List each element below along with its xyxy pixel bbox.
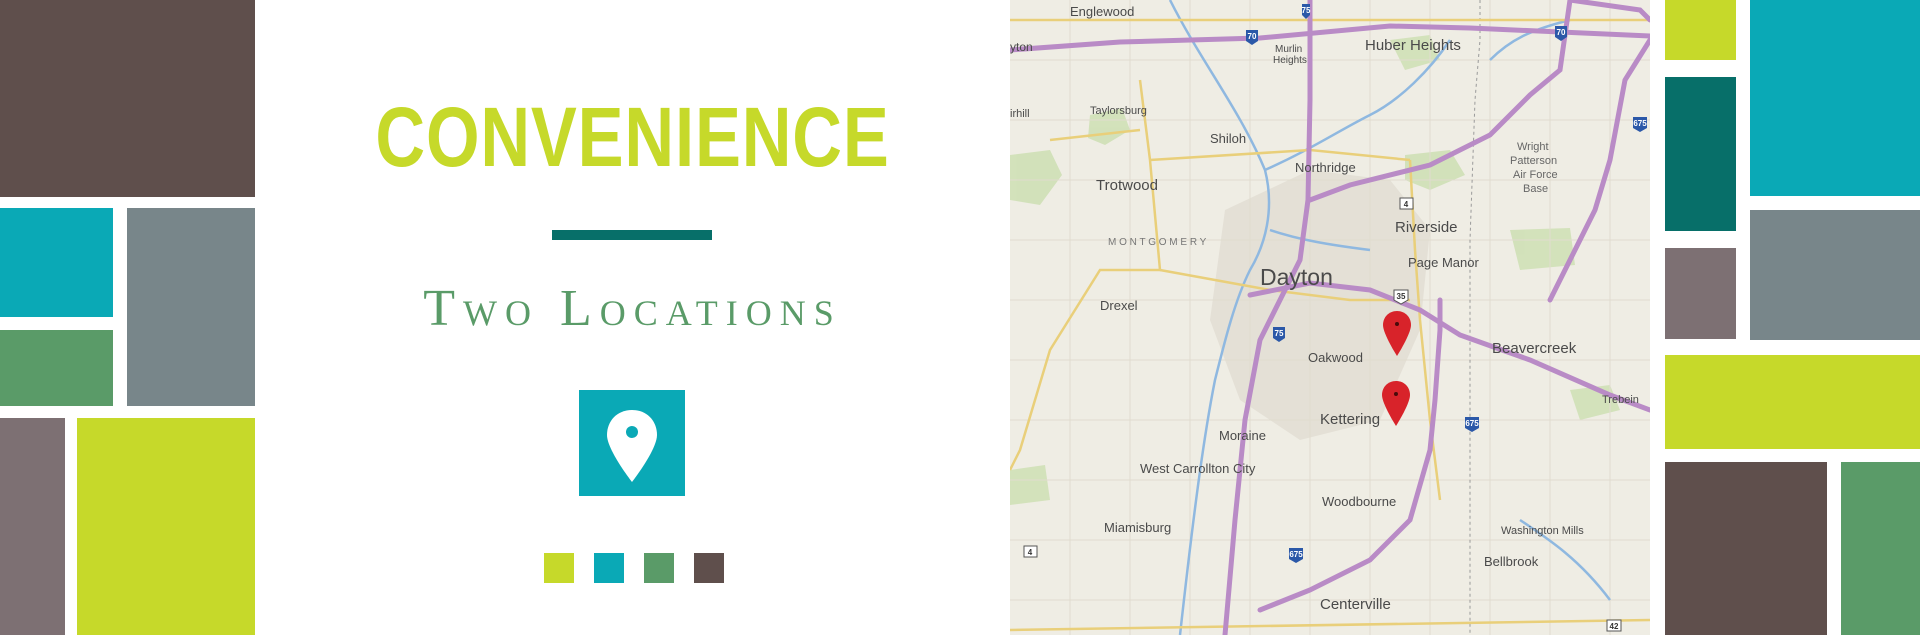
svg-text:75: 75 <box>1275 329 1284 338</box>
map-label-washington-mills: Washington Mills <box>1501 525 1584 537</box>
map-label-wright: Wright <box>1517 141 1549 153</box>
sr4-shield-sw: 4 <box>1023 545 1038 558</box>
map-canvas: 75 70 70 675 4 35 75 675 4 675 42 Englew… <box>1010 0 1650 635</box>
green-block-right <box>1841 462 1920 635</box>
map-label-englewood: Englewood <box>1070 4 1134 19</box>
map-label-airhill: irhill <box>1010 108 1030 120</box>
svg-text:675: 675 <box>1465 419 1479 428</box>
swatch-teal <box>594 553 624 583</box>
map-label-northridge: Northridge <box>1295 160 1356 175</box>
lime-block-wide <box>1665 355 1920 449</box>
location-tile <box>579 390 685 496</box>
sr4-shield: 4 <box>1399 197 1414 210</box>
svg-text:675: 675 <box>1289 550 1303 559</box>
map-label-beavercreek: Beavercreek <box>1492 340 1577 357</box>
svg-text:675: 675 <box>1633 119 1647 128</box>
slate-block <box>127 208 255 406</box>
center-panel: CONVENIENCE Two Locations <box>255 0 1010 635</box>
teal-block <box>0 208 113 317</box>
swatch-brown <box>694 553 724 583</box>
teal-block-top <box>1750 0 1920 196</box>
map-label-shiloh: Shiloh <box>1210 131 1246 146</box>
area-map[interactable]: 75 70 70 675 4 35 75 675 4 675 42 Englew… <box>1010 0 1650 635</box>
map-label-clayton: yton <box>1010 40 1033 54</box>
divider-rule <box>552 230 712 240</box>
map-label-patterson: Patterson <box>1510 155 1557 167</box>
map-label-oakwood: Oakwood <box>1308 350 1363 365</box>
lime-block-top <box>1665 0 1736 60</box>
mauve-block <box>0 418 65 635</box>
map-label-miamisburg: Miamisburg <box>1104 520 1171 535</box>
swatch-lime <box>544 553 574 583</box>
i675-shield-mid: 675 <box>1465 417 1479 432</box>
map-label-base: Base <box>1523 183 1548 195</box>
map-label-air-force: Air Force <box>1513 169 1558 181</box>
map-label-trebein: Trebein <box>1602 394 1639 406</box>
map-label-heights: Heights <box>1273 55 1307 66</box>
svg-text:42: 42 <box>1610 622 1619 631</box>
map-label-bellbrook: Bellbrook <box>1484 554 1539 569</box>
svg-text:35: 35 <box>1397 292 1406 301</box>
sr42-shield: 42 <box>1606 619 1622 632</box>
i675-shield-top: 675 <box>1633 117 1647 132</box>
map-label-centerville: Centerville <box>1320 596 1391 613</box>
subheadline: Two Locations <box>423 280 842 337</box>
lime-block <box>77 418 255 635</box>
swatch-green <box>644 553 674 583</box>
green-block <box>0 330 113 406</box>
svg-text:70: 70 <box>1557 28 1566 37</box>
map-label-trotwood: Trotwood <box>1096 177 1158 194</box>
map-label-moraine: Moraine <box>1219 428 1266 443</box>
svg-text:75: 75 <box>1302 6 1311 15</box>
map-label-page-manor: Page Manor <box>1408 255 1479 270</box>
map-label-kettering: Kettering <box>1320 411 1380 428</box>
map-marker-icon-south[interactable] <box>1382 381 1410 426</box>
map-label-west-carrollton: West Carrollton City <box>1140 461 1256 476</box>
dark-teal-block <box>1665 77 1736 231</box>
brown-block-right <box>1665 462 1827 635</box>
map-label-huber-heights: Huber Heights <box>1365 37 1461 54</box>
map-label-montgomery: M O N T G O M E R Y <box>1108 237 1207 248</box>
map-label-taylorsburg: Taylorsburg <box>1090 105 1147 117</box>
map-label-murlin: Murlin <box>1275 44 1302 55</box>
svg-text:4: 4 <box>1404 200 1409 209</box>
brown-block <box>0 0 255 197</box>
map-label-dayton: Dayton <box>1260 264 1333 290</box>
svg-text:4: 4 <box>1028 548 1033 557</box>
slate-block-right <box>1750 210 1920 340</box>
map-label-drexel: Drexel <box>1100 298 1138 313</box>
color-swatches <box>544 553 724 583</box>
i675-shield-bottom: 675 <box>1289 548 1303 563</box>
headline: CONVENIENCE <box>375 90 890 184</box>
i70-shield-left: 70 <box>1246 30 1258 45</box>
mauve-block-right <box>1665 248 1736 339</box>
map-pin-icon <box>607 410 657 482</box>
map-label-riverside: Riverside <box>1395 219 1458 236</box>
svg-text:70: 70 <box>1248 32 1257 41</box>
map-label-woodbourne: Woodbourne <box>1322 494 1396 509</box>
